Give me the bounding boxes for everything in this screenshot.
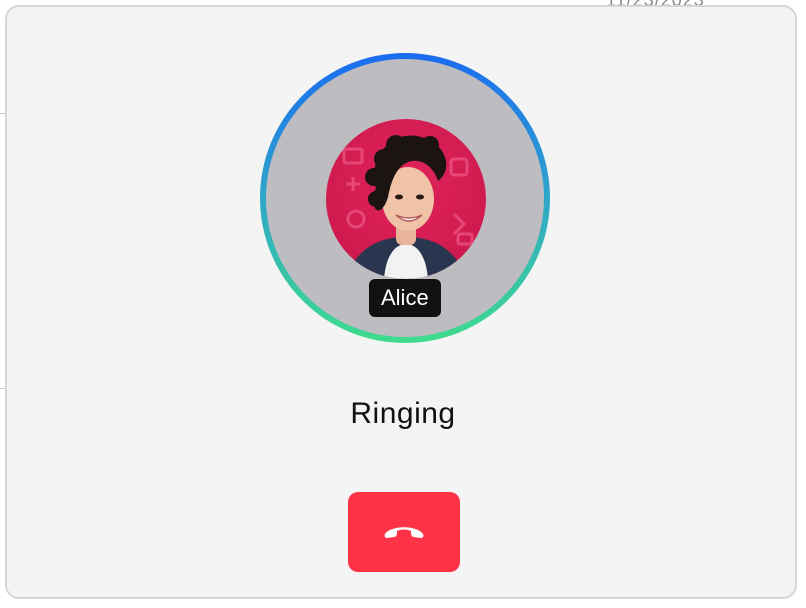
call-status-text: Ringing (350, 397, 456, 430)
avatar-container: Alice (266, 59, 544, 337)
caller-photo (342, 135, 474, 279)
caller-name-label: Alice (369, 279, 441, 317)
caller-avatar (326, 119, 486, 279)
phone-hangup-icon (381, 522, 427, 542)
end-call-button[interactable] (348, 492, 460, 572)
ringing-indicator-ring: Alice (260, 53, 550, 343)
call-dialog: Alice Ringing (5, 5, 797, 599)
